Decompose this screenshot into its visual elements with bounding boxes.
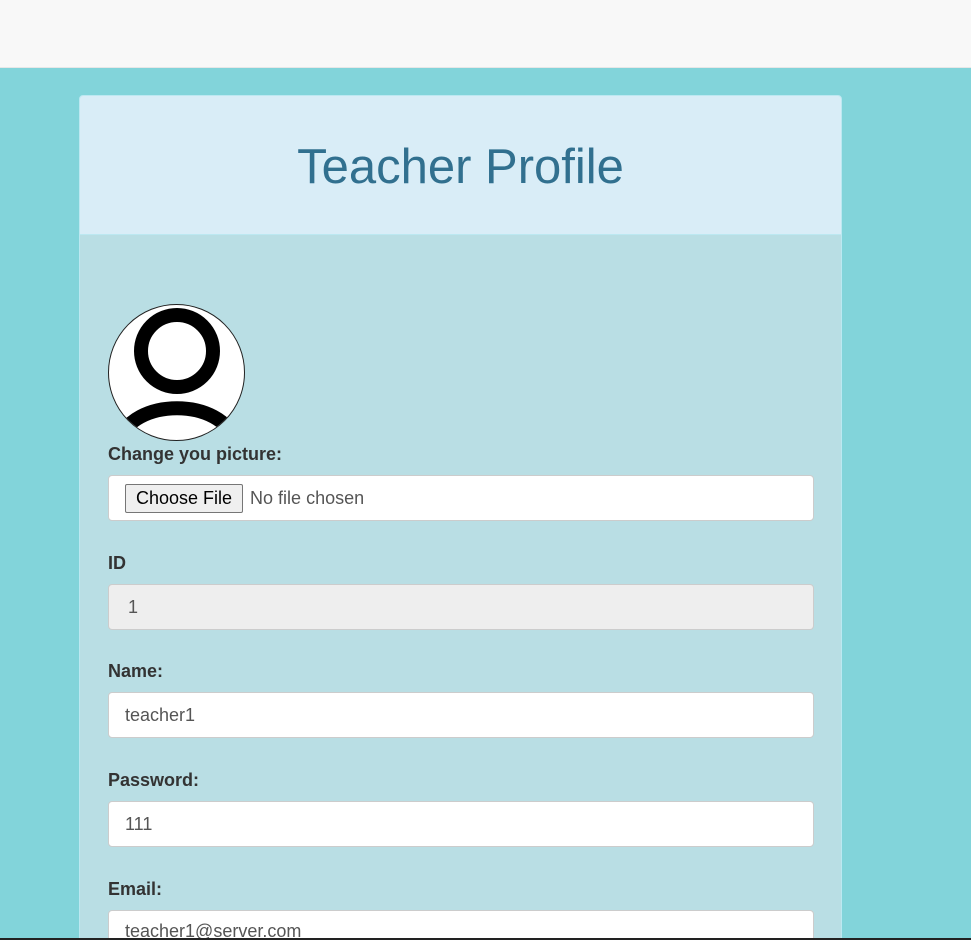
name-label: Name:: [108, 661, 164, 681]
email-label: Email:: [108, 879, 163, 899]
page-title: Teacher Profile: [297, 140, 624, 194]
change-picture-label: Change you picture:: [108, 444, 283, 464]
password-label: Password:: [108, 770, 200, 790]
password-field[interactable]: 111: [108, 801, 814, 847]
user-avatar-icon: [108, 304, 245, 441]
id-field: 1: [108, 584, 814, 630]
name-field[interactable]: teacher1: [108, 692, 814, 738]
picture-file-input[interactable]: Choose File No file chosen: [108, 475, 814, 521]
file-status-text: No file chosen: [250, 487, 365, 508]
id-label: ID: [108, 553, 126, 573]
choose-file-button[interactable]: Choose File: [125, 483, 244, 513]
id-value: 1: [128, 596, 139, 617]
top-navbar: [0, 0, 971, 68]
email-field[interactable]: teacher1@server.com: [108, 910, 814, 940]
panel-heading: Teacher Profile: [80, 96, 841, 235]
password-value: 111: [125, 813, 153, 834]
profile-panel: Teacher Profile Change you picture: Choo…: [79, 95, 842, 940]
name-value: teacher1: [125, 704, 196, 725]
